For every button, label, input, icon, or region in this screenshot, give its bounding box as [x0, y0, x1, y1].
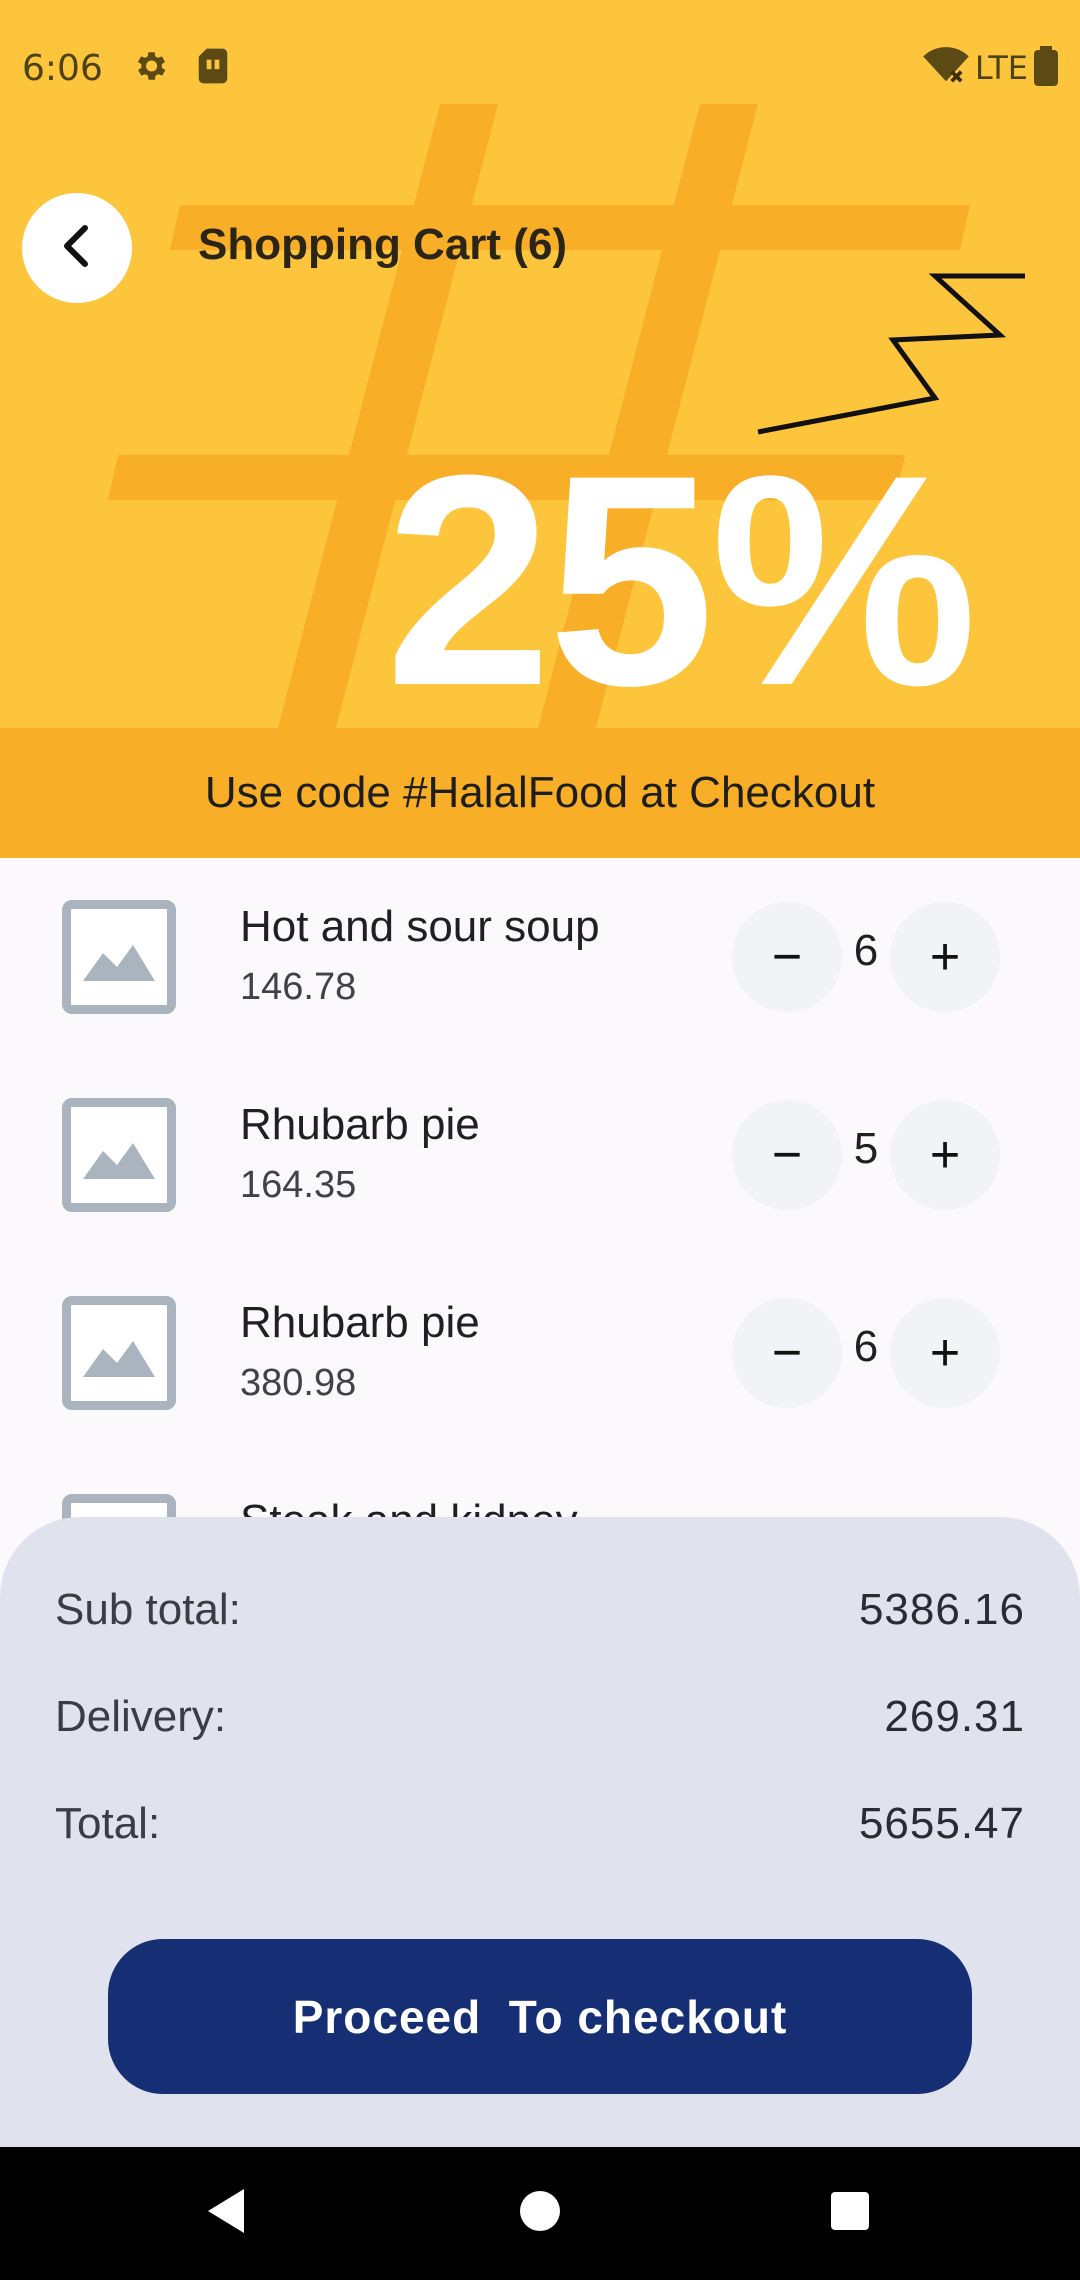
page-title: Shopping Cart (6): [198, 220, 568, 269]
battery-icon: [1034, 45, 1058, 91]
item-name: Hot and sour soup: [240, 902, 600, 951]
plus-icon: +: [929, 1126, 961, 1184]
chevron-left-icon: [57, 222, 97, 275]
triangle-back-icon: [204, 2187, 248, 2240]
image-placeholder-icon: [62, 1098, 176, 1212]
decrease-quantity-button[interactable]: −: [732, 1100, 842, 1210]
nav-recents-button[interactable]: [750, 2147, 950, 2280]
item-quantity: 6: [853, 1322, 879, 1371]
image-placeholder-icon: [62, 900, 176, 1014]
increase-quantity-button[interactable]: +: [890, 1298, 1000, 1408]
delivery-value: 269.31: [884, 1692, 1025, 1741]
nav-home-button[interactable]: [440, 2147, 640, 2280]
gear-icon: [131, 47, 169, 90]
discount-percent: 25%: [385, 412, 977, 728]
total-label: Total:: [55, 1799, 161, 1848]
promo-banner: 6:06 LTE Shopping Cart (6) 25%: [0, 0, 1080, 728]
system-navigation-bar: [0, 2147, 1080, 2280]
network-type: LTE: [974, 49, 1028, 87]
sim-card-icon: [197, 47, 229, 90]
zigzag-decoration: [757, 273, 1025, 435]
total-row: Total: 5655.47: [55, 1799, 1025, 1849]
plus-icon: +: [929, 1324, 961, 1382]
minus-icon: −: [771, 1324, 803, 1382]
status-bar: 6:06 LTE: [0, 0, 1080, 136]
item-price: 380.98: [240, 1362, 357, 1404]
item-quantity: 5: [853, 1124, 879, 1173]
plus-icon: +: [929, 928, 961, 986]
minus-icon: −: [771, 1126, 803, 1184]
item-price: 146.78: [240, 966, 357, 1008]
item-name: Rhubarb pie: [240, 1100, 480, 1149]
cart-item[interactable]: Rhubarb pie 380.98 − 6 +: [0, 1254, 1080, 1452]
promo-code-strip: Use code #HalalFood at Checkout: [0, 728, 1080, 858]
subtotal-value: 5386.16: [858, 1585, 1025, 1634]
quantity-stepper: − 6 +: [732, 1298, 1002, 1408]
minus-icon: −: [771, 928, 803, 986]
subtotal-row: Sub total: 5386.16: [55, 1585, 1025, 1635]
decrease-quantity-button[interactable]: −: [732, 1298, 842, 1408]
decrease-quantity-button[interactable]: −: [732, 902, 842, 1012]
item-quantity: 6: [853, 926, 879, 975]
promo-code-text: Use code #HalalFood at Checkout: [204, 768, 876, 817]
nav-back-button[interactable]: [126, 2147, 326, 2280]
quantity-stepper: − 5 +: [732, 1100, 1002, 1210]
square-recents-icon: [829, 2190, 871, 2237]
item-name: Rhubarb pie: [240, 1298, 480, 1347]
order-summary-sheet: Sub total: 5386.16 Delivery: 269.31 Tota…: [0, 1517, 1080, 2147]
image-placeholder-icon: [62, 1296, 176, 1410]
delivery-label: Delivery:: [55, 1692, 227, 1741]
status-time: 6:06: [22, 47, 103, 89]
increase-quantity-button[interactable]: +: [890, 902, 1000, 1012]
checkout-button-label: Proceed To checkout: [292, 1990, 788, 2043]
checkout-button[interactable]: Proceed To checkout: [108, 1939, 972, 2094]
quantity-stepper: − 6 +: [732, 902, 1002, 1012]
circle-home-icon: [518, 2189, 562, 2238]
delivery-row: Delivery: 269.31: [55, 1692, 1025, 1742]
subtotal-label: Sub total:: [55, 1585, 241, 1634]
cart-item[interactable]: Rhubarb pie 164.35 − 5 +: [0, 1056, 1080, 1254]
item-price: 164.35: [240, 1164, 357, 1206]
cart-item[interactable]: Hot and sour soup 146.78 − 6 +: [0, 858, 1080, 1056]
increase-quantity-button[interactable]: +: [890, 1100, 1000, 1210]
back-button[interactable]: [22, 193, 132, 303]
wifi-off-icon: [923, 46, 969, 90]
total-value: 5655.47: [858, 1799, 1025, 1848]
